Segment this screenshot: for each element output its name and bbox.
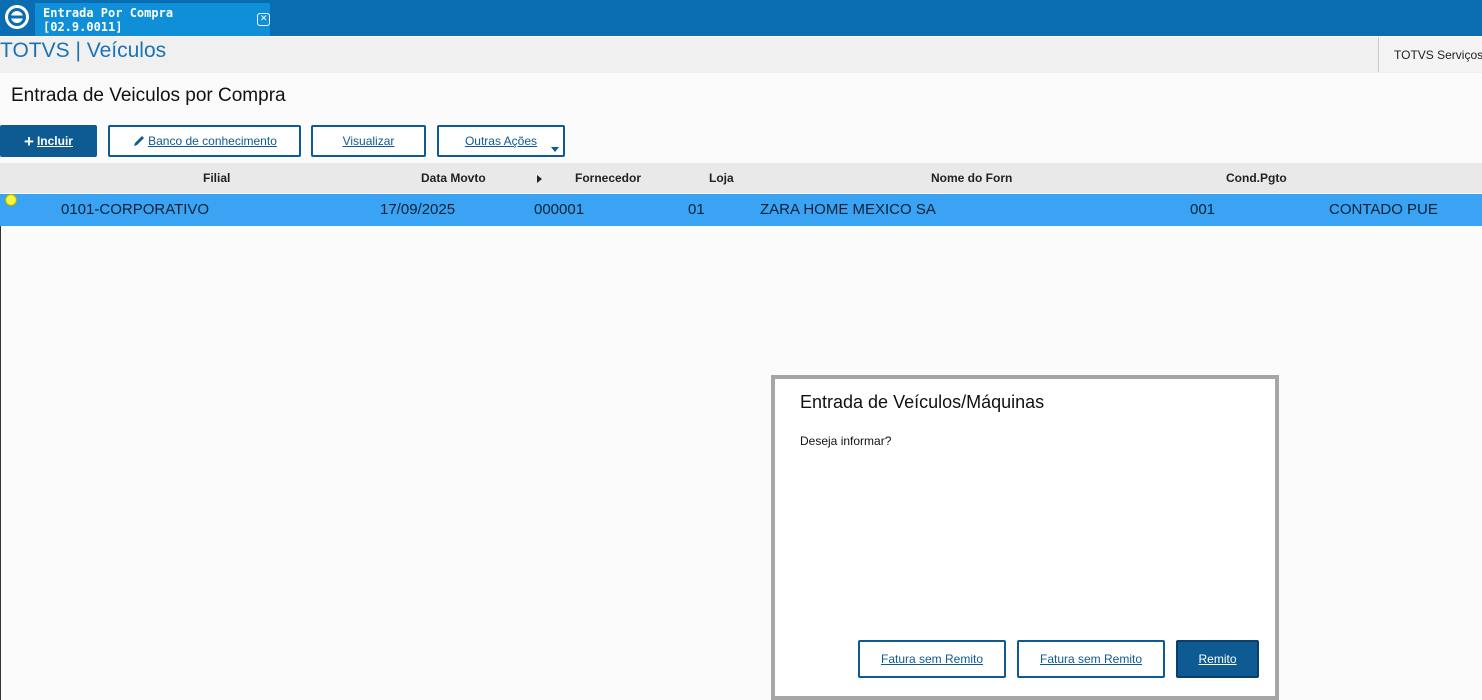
app-header (0, 37, 1482, 73)
remito-button[interactable]: Remito (1176, 640, 1259, 678)
cell-filial: 0101-CORPORATIVO (61, 201, 210, 218)
plus-icon: + (24, 131, 34, 151)
company-selector[interactable]: TOTVS Serviços (1378, 37, 1482, 72)
column-header-cond-pgto[interactable]: Cond.Pgto (1226, 163, 1287, 193)
cell-fornecedor: 000001 (534, 201, 585, 218)
invoice-without-remito-button-2[interactable]: Fatura sem Remito (1017, 640, 1165, 678)
tab-title: Entrada Por Compra [02.9.0011] (43, 5, 174, 34)
dialog-message: Deseja informar? (800, 434, 892, 448)
table-row[interactable]: 0101-CORPORATIVO 17/09/2025 000001 01 ZA… (0, 194, 1482, 226)
column-header-nome-forn[interactable]: Nome do Forn (931, 163, 1012, 193)
tab-entrada-por-compra[interactable]: Entrada Por Compra [02.9.0011] ✕ (35, 3, 270, 36)
include-button[interactable]: + Incluir (0, 125, 97, 157)
knowledge-bank-button[interactable]: Banco de conhecimento (108, 125, 301, 157)
page-title: Entrada de Veiculos por Compra (11, 85, 286, 106)
cell-loja: 01 (688, 201, 705, 218)
cell-nome-forn: ZARA HOME MEXICO SA (760, 201, 936, 218)
chevron-down-icon (551, 147, 559, 152)
dialog-title: Entrada de Veículos/Máquinas (800, 392, 1045, 412)
totvs-logo-icon[interactable] (4, 4, 30, 30)
status-legend-icon[interactable] (5, 194, 17, 206)
top-bar: Entrada Por Compra [02.9.0011] ✕ (0, 0, 1482, 36)
app-name: TOTVS | Veículos (0, 39, 167, 62)
sort-arrow-icon[interactable] (537, 175, 542, 183)
close-tab-icon[interactable]: ✕ (257, 13, 270, 26)
view-button[interactable]: Visualizar (311, 125, 426, 157)
grid-header: Filial Data Movto Fornecedor Loja Nome d… (0, 163, 1482, 193)
grid-left-border (0, 226, 1, 700)
column-header-loja[interactable]: Loja (709, 163, 734, 193)
cell-data-movto: 17/09/2025 (380, 201, 456, 218)
invoice-without-remito-button-1[interactable]: Fatura sem Remito (858, 640, 1006, 678)
column-header-data-movto[interactable]: Data Movto (421, 163, 486, 193)
column-header-filial[interactable]: Filial (203, 163, 230, 193)
cell-cond-pgto: 001 (1190, 201, 1216, 218)
column-header-fornecedor[interactable]: Fornecedor (575, 163, 641, 193)
pencil-icon (134, 136, 145, 146)
cell-cond-description: CONTADO PUE (1329, 201, 1438, 218)
other-actions-button[interactable]: Outras Ações (437, 125, 565, 157)
